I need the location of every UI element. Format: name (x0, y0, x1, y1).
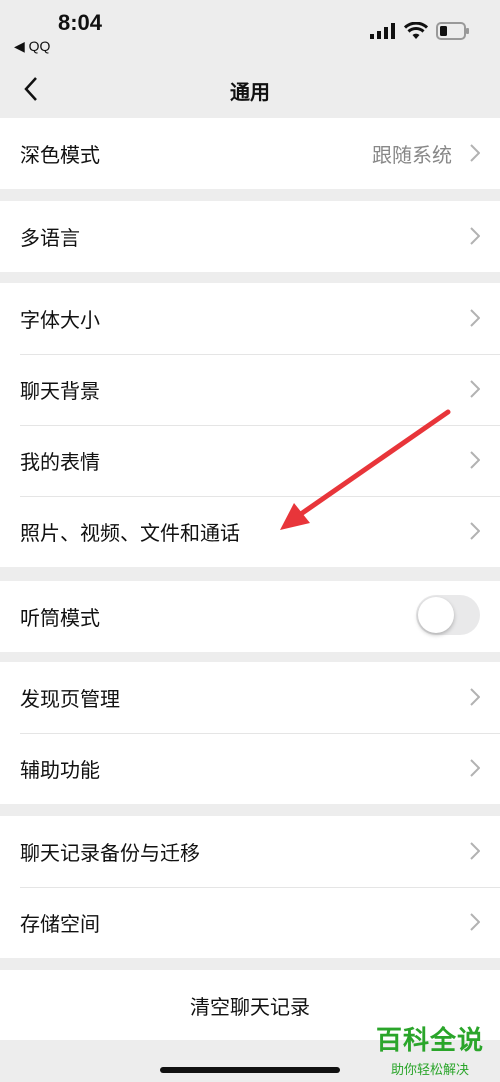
back-to-app-link[interactable]: ◀ QQ (14, 38, 50, 55)
chevron-right-icon (470, 688, 480, 706)
setting-chat-backup-migration[interactable]: 聊天记录备份与迁移 (0, 816, 500, 887)
settings-group-storage: 聊天记录备份与迁移 存储空间 (0, 816, 500, 958)
setting-storage-space[interactable]: 存储空间 (0, 887, 500, 958)
chevron-right-icon (470, 522, 480, 540)
setting-label: 存储空间 (20, 912, 100, 936)
status-bar: 8:04 ◀ QQ (0, 0, 500, 60)
setting-label: 我的表情 (20, 450, 100, 474)
chevron-right-icon (470, 451, 480, 469)
setting-label: 聊天背景 (20, 379, 100, 403)
setting-font-size[interactable]: 字体大小 (0, 283, 500, 354)
setting-media-files-calls[interactable]: 照片、视频、文件和通话 (0, 496, 500, 567)
battery-icon (436, 22, 469, 40)
chevron-right-icon (470, 309, 480, 327)
watermark-subtitle: 助你轻松解决 (390, 1063, 469, 1078)
setting-label: 深色模式 (20, 143, 100, 167)
setting-language[interactable]: 多语言 (0, 201, 500, 272)
chevron-right-icon (470, 759, 480, 777)
chevron-right-icon (470, 380, 480, 398)
settings-group-features: 发现页管理 辅助功能 (0, 662, 500, 804)
setting-dark-mode[interactable]: 深色模式 跟随系统 (0, 118, 500, 189)
setting-label: 发现页管理 (20, 687, 120, 711)
setting-label: 聊天记录备份与迁移 (20, 841, 200, 865)
setting-label: 照片、视频、文件和通话 (20, 521, 240, 545)
earpiece-mode-toggle[interactable] (416, 595, 480, 635)
chevron-right-icon (470, 913, 480, 931)
nav-bar: 通用 (0, 60, 500, 118)
settings-group-earpiece: 听筒模式 (0, 581, 500, 652)
status-icons (370, 22, 470, 40)
settings-group-language: 多语言 (0, 201, 500, 272)
setting-my-stickers[interactable]: 我的表情 (0, 425, 500, 496)
setting-value: 跟随系统 (372, 143, 452, 167)
settings-group-chat: 字体大小 聊天背景 我的表情 照片、视频、文件和通话 (0, 283, 500, 567)
chevron-right-icon (470, 227, 480, 245)
setting-earpiece-mode: 听筒模式 (0, 581, 500, 652)
setting-label: 辅助功能 (20, 758, 100, 782)
page-title: 通用 (230, 80, 270, 104)
status-time: 8:04 (58, 10, 103, 35)
setting-label: 字体大小 (20, 308, 100, 332)
setting-accessibility[interactable]: 辅助功能 (0, 733, 500, 804)
setting-label: 多语言 (20, 226, 80, 250)
watermark-logo: 百科全说 助你轻松解决 (376, 1020, 484, 1078)
home-indicator[interactable] (160, 1067, 340, 1073)
setting-chat-background[interactable]: 聊天背景 (0, 354, 500, 425)
setting-discover-management[interactable]: 发现页管理 (0, 662, 500, 733)
signal-icon (370, 23, 395, 39)
settings-group-display: 深色模式 跟随系统 (0, 118, 500, 189)
toggle-knob (418, 597, 454, 633)
wifi-icon (404, 22, 428, 39)
chevron-right-icon (470, 842, 480, 860)
setting-label: 听筒模式 (20, 606, 100, 630)
watermark-title: 百科全说 (375, 1026, 484, 1056)
chevron-right-icon (470, 144, 480, 162)
